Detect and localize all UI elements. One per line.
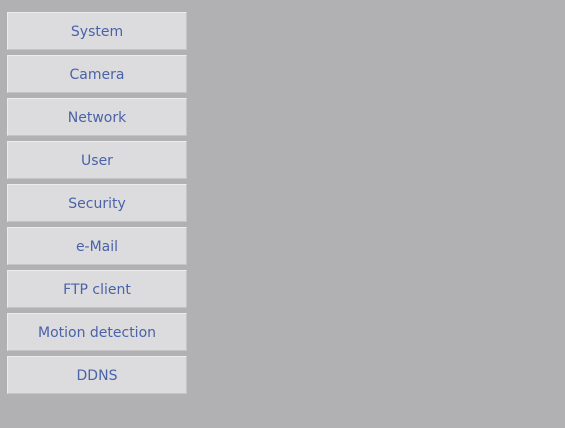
menu-item-motion-detection[interactable]: Motion detection xyxy=(7,313,187,351)
menu-item-email[interactable]: e-Mail xyxy=(7,227,187,265)
menu-item-ddns[interactable]: DDNS xyxy=(7,356,187,394)
menu-item-system[interactable]: System xyxy=(7,12,187,50)
menu-item-security[interactable]: Security xyxy=(7,184,187,222)
settings-menu: System Camera Network User Security e-Ma… xyxy=(7,12,187,394)
menu-item-ftp-client[interactable]: FTP client xyxy=(7,270,187,308)
menu-item-camera[interactable]: Camera xyxy=(7,55,187,93)
menu-item-network[interactable]: Network xyxy=(7,98,187,136)
menu-item-user[interactable]: User xyxy=(7,141,187,179)
